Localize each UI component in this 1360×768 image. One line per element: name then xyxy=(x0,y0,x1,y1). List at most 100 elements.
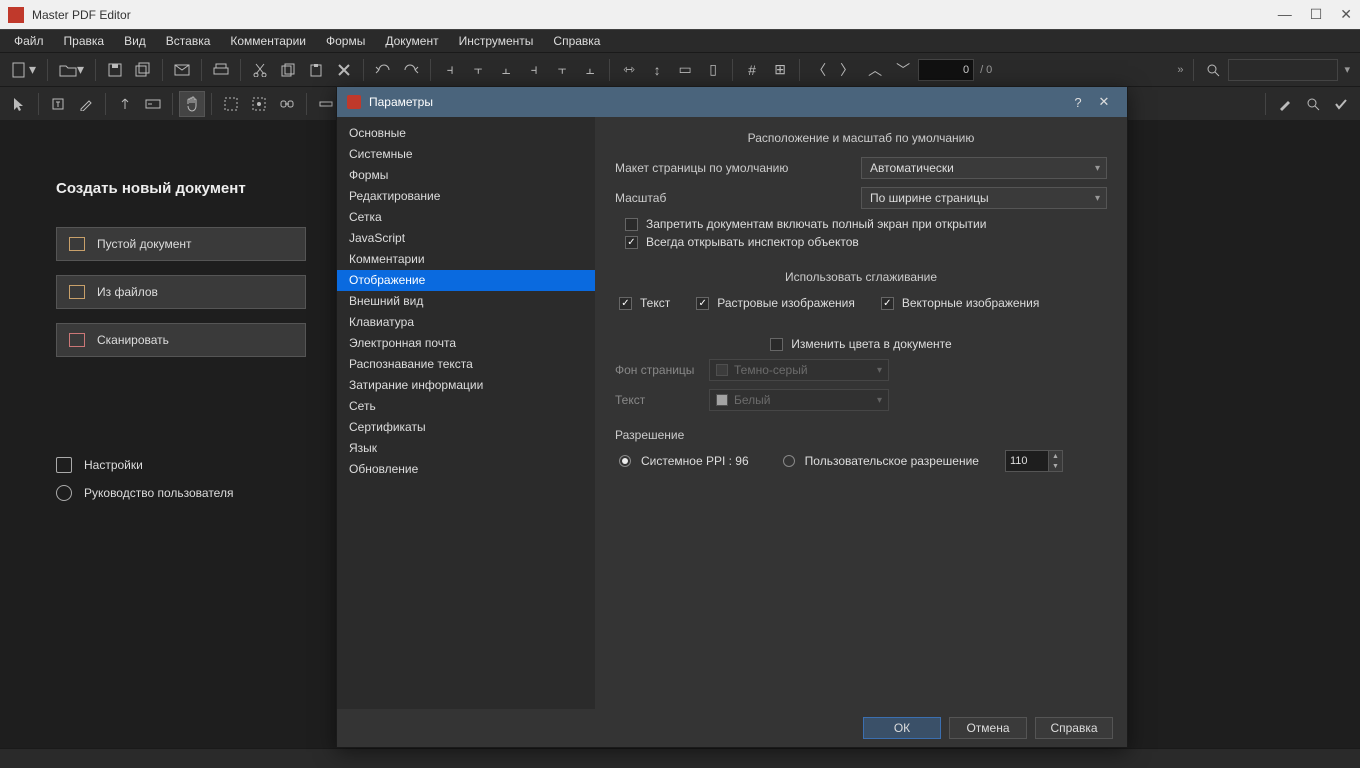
dialog-help-button[interactable]: ? xyxy=(1065,95,1091,110)
sidebar-item-forms[interactable]: Формы xyxy=(337,165,595,186)
print-button[interactable] xyxy=(208,57,234,83)
menu-tools[interactable]: Инструменты xyxy=(451,32,542,50)
page-down-button[interactable]: ﹀ xyxy=(890,57,916,83)
menu-view[interactable]: Вид xyxy=(116,32,154,50)
sidebar-item-update[interactable]: Обновление xyxy=(337,459,595,480)
align-hcenter-button[interactable]: ⫟ xyxy=(465,57,491,83)
sidebar-item-display[interactable]: Отображение xyxy=(337,270,595,291)
welcome-blank-button[interactable]: Пустой документ xyxy=(56,227,306,261)
vertical-text-button[interactable] xyxy=(112,91,138,117)
email-button[interactable] xyxy=(169,57,195,83)
sidebar-item-grid[interactable]: Сетка xyxy=(337,207,595,228)
system-ppi-radio[interactable] xyxy=(619,455,631,467)
ok-button[interactable]: ОК xyxy=(863,717,941,739)
sidebar-item-email[interactable]: Электронная почта xyxy=(337,333,595,354)
page-number-input[interactable] xyxy=(918,59,974,81)
cut-button[interactable] xyxy=(247,57,273,83)
save-button[interactable] xyxy=(102,57,128,83)
sidebar-item-ocr[interactable]: Распознавание текста xyxy=(337,354,595,375)
aa-vector-checkbox[interactable] xyxy=(881,297,894,310)
approve-tool-button[interactable] xyxy=(1328,91,1354,117)
form-field-button[interactable] xyxy=(140,91,166,117)
align-vcenter-button[interactable]: ⫟ xyxy=(549,57,575,83)
page-bg-label: Фон страницы xyxy=(615,363,701,377)
highlight-tool-button[interactable] xyxy=(1272,91,1298,117)
marquee-tool-button[interactable] xyxy=(218,91,244,117)
sidebar-item-network[interactable]: Сеть xyxy=(337,396,595,417)
prev-page-button[interactable]: 〈 xyxy=(806,57,832,83)
distribute-h-button[interactable]: ⇿ xyxy=(616,57,642,83)
help-button[interactable]: Справка xyxy=(1035,717,1113,739)
sidebar-item-certs[interactable]: Сертификаты xyxy=(337,417,595,438)
snap-button[interactable]: ⊞ xyxy=(767,57,793,83)
custom-res-radio[interactable] xyxy=(783,455,795,467)
close-icon[interactable]: ✕ xyxy=(1340,6,1352,23)
change-colors-checkbox[interactable] xyxy=(770,338,783,351)
hand-tool-button[interactable] xyxy=(179,91,205,117)
zoom-dropdown[interactable]: По ширине страницы xyxy=(861,187,1107,209)
grid-button[interactable]: # xyxy=(739,57,765,83)
custom-res-input[interactable] xyxy=(1005,450,1049,472)
welcome-help-link[interactable]: Руководство пользователя xyxy=(56,479,340,507)
paste-button[interactable] xyxy=(303,57,329,83)
sidebar-item-appearance[interactable]: Внешний вид xyxy=(337,291,595,312)
zoom-tool-button[interactable] xyxy=(1300,91,1326,117)
sidebar-item-lang[interactable]: Язык xyxy=(337,438,595,459)
welcome-fromfiles-button[interactable]: Из файлов xyxy=(56,275,306,309)
same-size2-button[interactable]: ▯ xyxy=(700,57,726,83)
sidebar-item-js[interactable]: JavaScript xyxy=(337,228,595,249)
toolbar-main: ▾ ▾ ⫞ ⫟ ⫠ ⫞ ⫟ ⫠ ⇿ ↕ ▭ ▯ # ⊞ 〈 〉 ︿ ﹀ / 0 … xyxy=(0,52,1360,86)
align-top-button[interactable]: ⫞ xyxy=(521,57,547,83)
link-tool-button[interactable] xyxy=(274,91,300,117)
deny-fullscreen-checkbox[interactable] xyxy=(625,218,638,231)
menu-help[interactable]: Справка xyxy=(545,32,608,50)
dialog-close-button[interactable]: ✕ xyxy=(1091,94,1117,110)
same-size-button[interactable]: ▭ xyxy=(672,57,698,83)
menu-forms[interactable]: Формы xyxy=(318,32,373,50)
align-right-button[interactable]: ⫠ xyxy=(493,57,519,83)
sidebar-item-system[interactable]: Системные xyxy=(337,144,595,165)
pointer-tool-button[interactable] xyxy=(6,91,32,117)
welcome-scan-button[interactable]: Сканировать xyxy=(56,323,306,357)
minimize-icon[interactable]: — xyxy=(1278,6,1292,23)
undo-button[interactable] xyxy=(370,57,396,83)
sidebar-item-keyboard[interactable]: Клавиатура xyxy=(337,312,595,333)
search-input[interactable] xyxy=(1228,59,1338,81)
redo-button[interactable] xyxy=(398,57,424,83)
default-layout-dropdown[interactable]: Автоматически xyxy=(861,157,1107,179)
new-doc-button[interactable]: ▾ xyxy=(6,57,41,83)
save-all-button[interactable] xyxy=(130,57,156,83)
page-up-button[interactable]: ︿ xyxy=(862,57,888,83)
text-select-tool-button[interactable] xyxy=(45,91,71,117)
from-files-icon xyxy=(69,285,85,299)
spin-down-icon[interactable]: ▼ xyxy=(1049,461,1062,471)
distribute-v-button[interactable]: ↕ xyxy=(644,57,670,83)
sidebar-item-general[interactable]: Основные xyxy=(337,123,595,144)
sidebar-item-comments[interactable]: Комментарии xyxy=(337,249,595,270)
snapshot-tool-button[interactable] xyxy=(246,91,272,117)
next-page-button[interactable]: 〉 xyxy=(834,57,860,83)
welcome-settings-link[interactable]: Настройки xyxy=(56,451,340,479)
search-dropdown-icon[interactable]: ▾ xyxy=(1344,63,1350,76)
menu-document[interactable]: Документ xyxy=(377,32,446,50)
sidebar-item-redact[interactable]: Затирание информации xyxy=(337,375,595,396)
maximize-icon[interactable]: ☐ xyxy=(1310,6,1323,23)
menu-insert[interactable]: Вставка xyxy=(158,32,219,50)
aa-raster-checkbox[interactable] xyxy=(696,297,709,310)
align-bottom-button[interactable]: ⫠ xyxy=(577,57,603,83)
edit-text-tool-button[interactable] xyxy=(73,91,99,117)
aa-text-checkbox[interactable] xyxy=(619,297,632,310)
align-left-button[interactable]: ⫞ xyxy=(437,57,463,83)
search-icon[interactable] xyxy=(1200,57,1226,83)
menu-edit[interactable]: Правка xyxy=(56,32,113,50)
sidebar-item-editing[interactable]: Редактирование xyxy=(337,186,595,207)
menu-file[interactable]: Файл xyxy=(6,32,52,50)
copy-button[interactable] xyxy=(275,57,301,83)
open-inspector-checkbox[interactable] xyxy=(625,236,638,249)
spin-up-icon[interactable]: ▲ xyxy=(1049,451,1062,461)
more-icon[interactable]: » xyxy=(1177,64,1183,76)
delete-button[interactable] xyxy=(331,57,357,83)
menu-comments[interactable]: Комментарии xyxy=(222,32,314,50)
cancel-button[interactable]: Отмена xyxy=(949,717,1027,739)
open-button[interactable]: ▾ xyxy=(54,57,89,83)
